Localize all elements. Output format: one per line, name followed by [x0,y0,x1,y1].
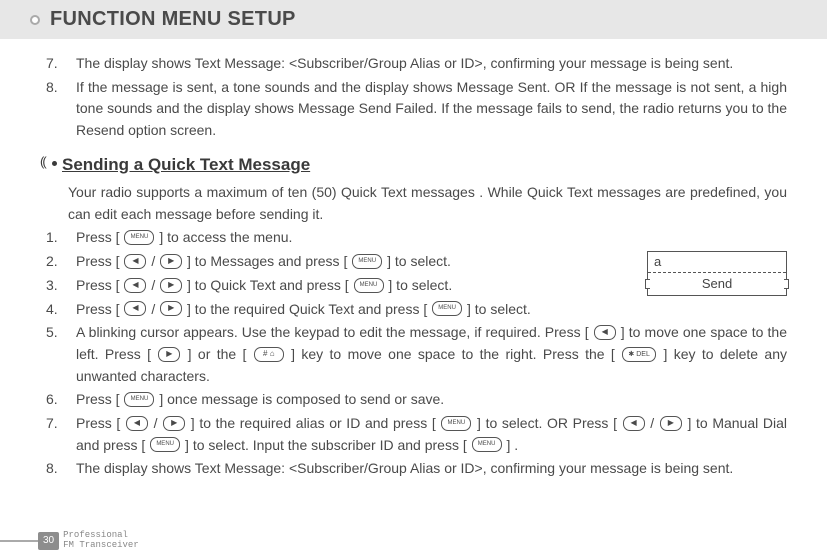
step-3: 3. Press [ ◀ / ▶ ] to Quick Text and pre… [68,275,787,297]
right-key-icon: ▶ [160,254,182,269]
hash-key-icon: # ⌂ [254,347,284,362]
menu-key-icon: MENU [352,254,382,269]
step-8-top: 8. If the message is sent, a tone sounds… [68,77,787,142]
step-number: 5. [46,322,58,344]
right-key-icon: ▶ [660,416,682,431]
left-key-icon: ◀ [124,254,146,269]
menu-key-icon: MENU [124,392,154,407]
step-text-part: Press [ [76,277,123,293]
footer-text: Professional FM Transceiver [63,531,139,551]
left-key-icon: ◀ [124,301,146,316]
step-text-part: Press [ [76,229,123,245]
step-6: 6. Press [ MENU ] once message is compos… [68,389,787,411]
step-text-part: ] to select. OR Press [ [472,415,621,431]
menu-key-icon: MENU [150,437,180,452]
left-key-icon: ◀ [594,325,616,340]
step-number: 7. [46,413,58,435]
step-8: 8. The display shows Text Message: <Subs… [68,458,787,480]
step-text-part: / [147,301,159,317]
right-key-icon: ▶ [160,278,182,293]
del-key-icon: ✱ DEL [622,347,656,362]
step-number: 3. [46,275,58,297]
step-text-part: / [147,253,159,269]
step-text-part: A blinking cursor appears. Use the keypa… [76,324,593,340]
left-key-icon: ◀ [623,416,645,431]
menu-key-icon: MENU [441,416,471,431]
right-key-icon: ▶ [163,416,185,431]
content-area: 7. The display shows Text Message: <Subs… [0,39,827,480]
step-text-part: ] to select. [383,253,451,269]
left-key-icon: ◀ [124,278,146,293]
page-title: FUNCTION MENU SETUP [0,0,827,39]
step-text-part: Press [ [76,301,123,317]
step-1: 1. Press [ MENU ] to access the menu. [68,227,787,249]
page-footer: 30 Professional FM Transceiver [0,531,139,551]
step-number: 1. [46,227,58,249]
section-heading: Sending a Quick Text Message [42,152,787,178]
step-text-part: ] to select. Input the subscriber ID and… [181,437,470,453]
step-text-part: ] once message is composed to send or sa… [155,391,444,407]
footer-rule [0,540,38,542]
step-4: 4. Press [ ◀ / ▶ ] to the required Quick… [68,299,787,321]
menu-key-icon: MENU [354,278,384,293]
step-7: 7. Press [ ◀ / ▶ ] to the required alias… [68,413,787,456]
step-text-part: ] to the required alias or ID and press … [186,415,440,431]
step-text-part: ] to Quick Text and press [ [183,277,352,293]
menu-key-icon: MENU [472,437,502,452]
step-text: If the message is sent, a tone sounds an… [76,79,787,138]
step-text-part: Press [ [76,415,125,431]
step-text-part: / [646,415,659,431]
step-number: 6. [46,389,58,411]
step-text-part: / [149,415,162,431]
step-text-part: Press [ [76,253,123,269]
right-key-icon: ▶ [158,347,180,362]
step-number: 2. [46,251,58,273]
step-text-part: ] to select. [385,277,453,293]
step-text: The display shows Text Message: <Subscri… [76,460,733,476]
page-number: 30 [38,532,59,550]
step-text-part: ] to Messages and press [ [183,253,351,269]
step-text-part: ] to the required Quick Text and press [ [183,301,431,317]
step-number: 8. [46,458,58,480]
continuation-steps: 7. The display shows Text Message: <Subs… [42,53,787,142]
callout-label: a [648,252,786,272]
step-text-part: Press [ [76,391,123,407]
menu-key-icon: MENU [432,301,462,316]
step-text-part: ] or the [ [181,346,252,362]
footer-line2: FM Transceiver [63,541,139,551]
quicktext-steps: 1. Press [ MENU ] to access the menu. a … [42,227,787,480]
step-2: a Send 2. Press [ ◀ / ▶ ] to Messages an… [68,251,787,273]
step-number: 7. [46,53,58,75]
step-text-part: ] to access the menu. [155,229,292,245]
section-heading-text: Sending a Quick Text Message [62,155,310,174]
menu-key-icon: MENU [124,230,154,245]
step-number: 8. [46,77,58,99]
step-text-part: ] . [503,437,519,453]
step-number: 4. [46,299,58,321]
right-key-icon: ▶ [160,301,182,316]
step-7-top: 7. The display shows Text Message: <Subs… [68,53,787,75]
step-text-part: ] to select. [463,301,531,317]
step-text: The display shows Text Message: <Subscri… [76,55,733,71]
step-text-part: / [147,277,159,293]
section-intro: Your radio supports a maximum of ten (50… [42,182,787,225]
left-key-icon: ◀ [126,416,148,431]
step-text-part: ] key to move one space to the right. Pr… [285,346,621,362]
step-5: 5. A blinking cursor appears. Use the ke… [68,322,787,387]
